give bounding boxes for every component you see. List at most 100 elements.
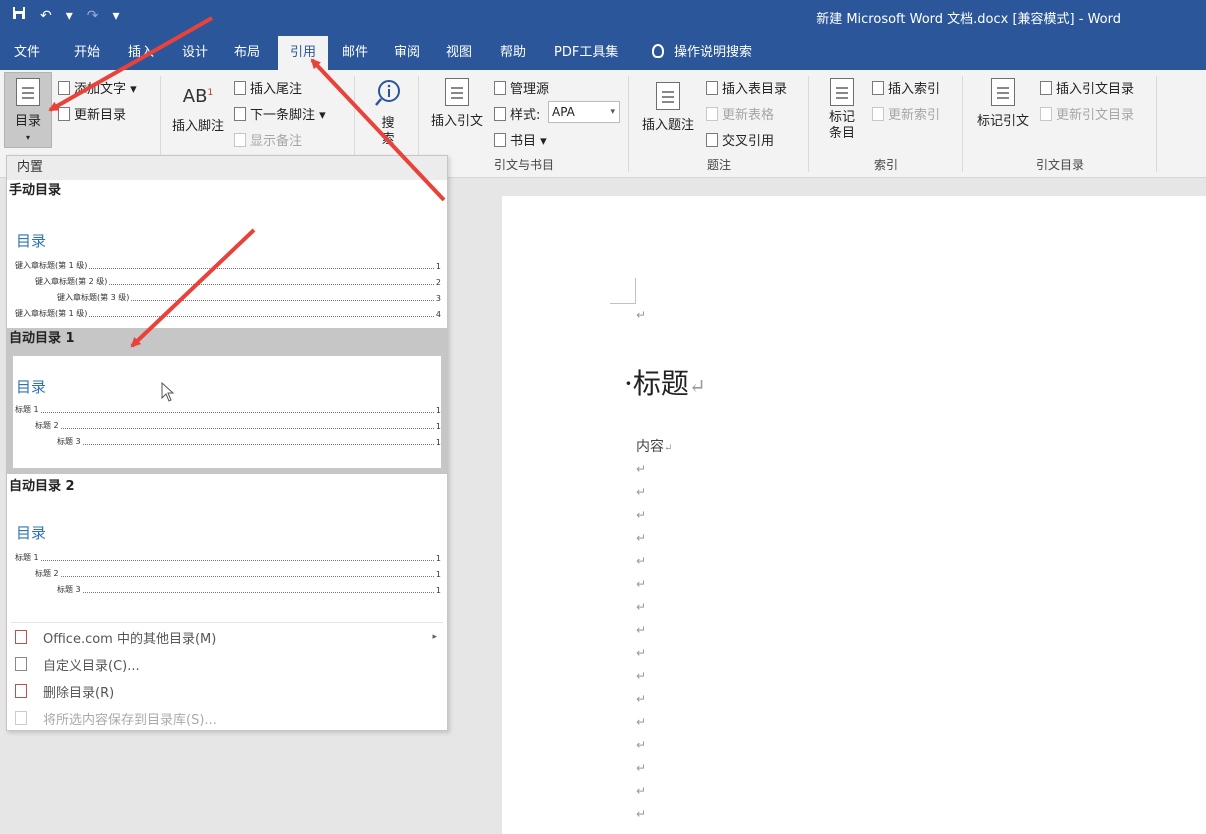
tab-mailings[interactable]: 邮件 (336, 36, 374, 70)
undo-more-icon[interactable]: ▾ (66, 7, 73, 25)
paragraph-mark: ↵ (636, 554, 647, 568)
show-notes-button[interactable]: 显示备注 (234, 130, 302, 149)
heading-text: 标题 (632, 367, 689, 400)
cross-reference-label: 交叉引用 (722, 134, 775, 149)
toc-caret-icon: ▾ (25, 133, 30, 142)
tab-references[interactable]: 引用 (278, 36, 328, 70)
style-select[interactable]: APA ▾ (548, 101, 620, 123)
menu-tabs: 文件 开始 插入 设计 布局 引用 邮件 审阅 视图 帮助 PDF工具集 操作说… (0, 32, 1206, 70)
mark-entry-label: 标记条目 (828, 110, 855, 141)
insert-index-button[interactable]: 插入索引 (872, 78, 940, 97)
search-button[interactable]: 搜索 (368, 78, 408, 148)
save-icon[interactable] (12, 6, 26, 25)
footnote-icon: AB1 (182, 86, 214, 107)
toc-preview: 目录 标题 11 标题 21 标题 31 (13, 502, 441, 616)
update-toc-button[interactable]: 更新目录 (58, 104, 126, 123)
customize-toolbar-icon[interactable]: ▾ (113, 7, 120, 25)
insert-toa-icon (1040, 80, 1052, 95)
group-label-index: 索引 (873, 158, 898, 172)
heading-bullet: · (624, 367, 633, 400)
mark-entry-button[interactable]: 标记条目 (818, 78, 866, 142)
toc-option-auto-1[interactable]: 自动目录 1 目录 标题 11 标题 21 标题 31 (7, 328, 447, 474)
group-label-captions: 题注 (706, 158, 731, 172)
mark-citation-button[interactable]: 标记引文 (972, 78, 1034, 129)
paragraph-mark: ↵ (636, 669, 647, 683)
custom-toc-menu-item[interactable]: 自定义目录(C)... (7, 651, 447, 677)
next-footnote-button[interactable]: 下一条脚注 ▾ (234, 104, 326, 123)
insert-table-figures-button[interactable]: 插入表目录 (706, 78, 787, 97)
search-label: 搜索 (381, 116, 395, 147)
ribbon-divider (628, 76, 629, 172)
bibliography-button[interactable]: 书目 ▾ (494, 130, 547, 149)
tab-home[interactable]: 开始 (68, 36, 106, 70)
tab-help[interactable]: 帮助 (494, 36, 532, 70)
paragraph-mark: ↵ (636, 623, 647, 637)
toc-preview: 目录 键入章标题(第 1 级) 1 键入章标题(第 2 级) 2 键入章标题(第 3… (13, 202, 441, 326)
bibliography-icon (494, 132, 506, 147)
insert-caption-label: 插入题注 (641, 118, 694, 133)
window-title: 新建 Microsoft Word 文档.docx [兼容模式] - Word (816, 12, 1121, 27)
document-content[interactable]: 内容↵ (636, 436, 672, 456)
chevron-down-icon: ▾ (610, 107, 615, 117)
paragraph-mark: ↵ (636, 508, 647, 522)
mark-entry-icon (830, 78, 854, 106)
toc-preview-title: 目录 (16, 232, 47, 250)
custom-toc-icon (15, 657, 27, 671)
menu-item-label: Office.com 中的其他目录(M) (43, 631, 217, 647)
remove-toc-menu-item[interactable]: 删除目录(R) (7, 678, 447, 704)
tab-layout[interactable]: 布局 (228, 36, 266, 70)
margin-corner-mark (610, 278, 636, 304)
insert-index-icon (872, 80, 884, 95)
update-toa-button[interactable]: 更新引文目录 (1040, 104, 1134, 123)
tab-review[interactable]: 审阅 (388, 36, 426, 70)
manage-sources-button[interactable]: 管理源 (494, 78, 549, 97)
insert-caption-button[interactable]: 插入题注 (638, 82, 698, 133)
toc-preview-row: 标题 21 (35, 421, 441, 431)
tell-me-search[interactable]: 操作说明搜索 (652, 36, 752, 70)
citation-icon (445, 78, 469, 106)
update-table-button[interactable]: 更新表格 (706, 104, 774, 123)
toc-preview-row: 标题 31 (57, 437, 441, 447)
save-to-gallery-icon (15, 711, 27, 725)
office-toc-icon (15, 630, 27, 644)
tab-view[interactable]: 视图 (440, 36, 478, 70)
tab-insert[interactable]: 插入 (122, 36, 160, 70)
tab-design[interactable]: 设计 (176, 36, 214, 70)
toc-option-auto-2[interactable]: 自动目录 2 目录 标题 11 标题 21 标题 31 (7, 476, 447, 620)
insert-citation-button[interactable]: 插入引文 (428, 78, 486, 129)
insert-endnote-label: 插入尾注 (250, 82, 303, 97)
tab-file[interactable]: 文件 (8, 36, 46, 70)
add-text-icon (58, 80, 70, 95)
tell-me-label: 操作说明搜索 (674, 45, 753, 60)
content-text: 内容 (636, 439, 664, 455)
document-page[interactable]: ↵ ·标题↵ 内容↵ ↵ ↵ ↵ ↵ ↵ ↵ ↵ ↵ ↵ ↵ ↵ ↵ ↵ ↵ ↵… (502, 196, 1206, 834)
cross-reference-button[interactable]: 交叉引用 (706, 130, 774, 149)
tab-pdf-tools[interactable]: PDF工具集 (548, 36, 624, 70)
toc-option-manual[interactable]: 手动目录 目录 键入章标题(第 1 级) 1 键入章标题(第 2 级) 2 键入章标… (7, 180, 447, 328)
insert-footnote-label: 插入脚注 (171, 119, 224, 134)
toc-preview-row: 键入章标题(第 1 级) 4 (15, 309, 441, 319)
save-to-gallery-menu-item[interactable]: 将所选内容保存到目录库(S)... (7, 705, 447, 731)
update-index-icon (872, 106, 884, 121)
menu-divider (11, 622, 443, 623)
mark-citation-icon (991, 78, 1015, 106)
insert-table-figures-label: 插入表目录 (722, 82, 788, 97)
next-footnote-label: 下一条脚注 ▾ (250, 108, 326, 123)
more-toc-office-menu-item[interactable]: Office.com 中的其他目录(M) ▸ (7, 624, 447, 650)
show-notes-label: 显示备注 (250, 134, 303, 149)
add-text-button[interactable]: 添加文字 ▾ (58, 78, 137, 97)
menu-item-label: 删除目录(R) (43, 685, 115, 701)
toc-preview-title: 目录 (16, 378, 47, 396)
insert-endnote-button[interactable]: 插入尾注 (234, 78, 302, 97)
redo-icon[interactable]: ↷ (87, 7, 99, 25)
toc-option-title: 手动目录 (9, 183, 62, 198)
ribbon-divider (1156, 76, 1157, 172)
insert-footnote-button[interactable]: AB1 插入脚注 (168, 86, 228, 134)
toc-preview-row: 键入章标题(第 1 级) 1 (15, 261, 441, 271)
undo-icon[interactable]: ↶ (40, 7, 52, 25)
update-index-button[interactable]: 更新索引 (872, 104, 940, 123)
insert-toa-button[interactable]: 插入引文目录 (1040, 78, 1134, 97)
toc-button-content[interactable]: 目录 ▾ (6, 78, 50, 144)
toc-preview-row: 键入章标题(第 3 级) 3 (57, 293, 441, 303)
document-heading[interactable]: ·标题↵ (624, 362, 706, 402)
